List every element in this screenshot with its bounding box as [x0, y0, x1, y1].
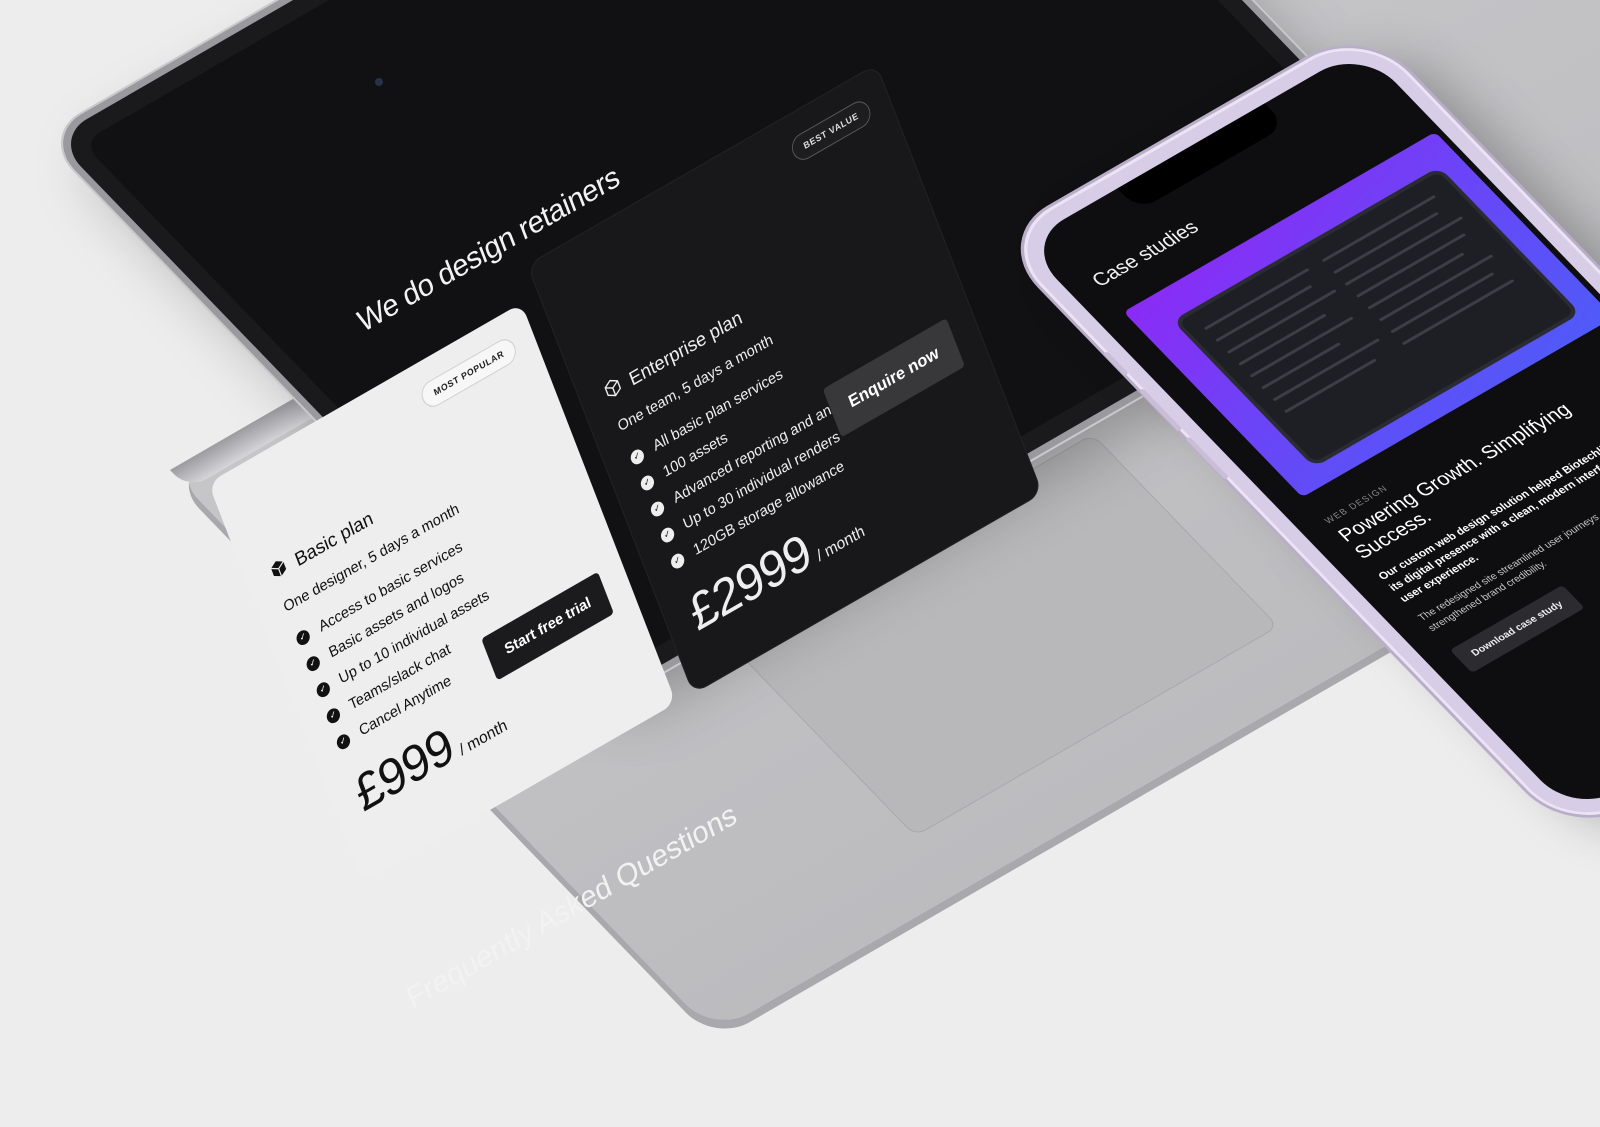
- most-popular-badge: MOST POPULAR: [418, 334, 520, 412]
- mockup-line: [1378, 254, 1494, 322]
- cube-outline-icon: [602, 375, 626, 406]
- check-icon: ✓: [314, 679, 332, 700]
- check-icon: ✓: [658, 524, 677, 545]
- pricing-section: We do design retainers MOST POPULAR Basi…: [120, 0, 1177, 1127]
- basic-price-period: / month: [457, 716, 510, 760]
- enterprise-price-period: / month: [814, 522, 868, 566]
- check-icon: ✓: [334, 731, 352, 752]
- mockup-line: [1321, 194, 1437, 263]
- mockup-line: [1226, 289, 1337, 354]
- check-icon: ✓: [304, 653, 322, 674]
- check-icon: ✓: [668, 550, 687, 571]
- check-icon: ✓: [638, 472, 656, 493]
- check-icon: ✓: [648, 498, 666, 519]
- best-value-badge: BEST VALUE: [787, 96, 875, 165]
- mockup-line: [1203, 267, 1310, 331]
- mockup-line: [1272, 338, 1381, 402]
- mockup-line: [1401, 278, 1515, 346]
- mockup-line: [1344, 216, 1464, 286]
- check-icon: ✓: [628, 446, 646, 467]
- check-icon: ✓: [294, 627, 312, 648]
- camera-icon: [375, 78, 383, 86]
- hero-screen-mockup: [1178, 171, 1575, 463]
- mockup-line: [1355, 233, 1467, 298]
- cube-filled-icon: [268, 556, 292, 587]
- check-icon: ✓: [324, 705, 342, 726]
